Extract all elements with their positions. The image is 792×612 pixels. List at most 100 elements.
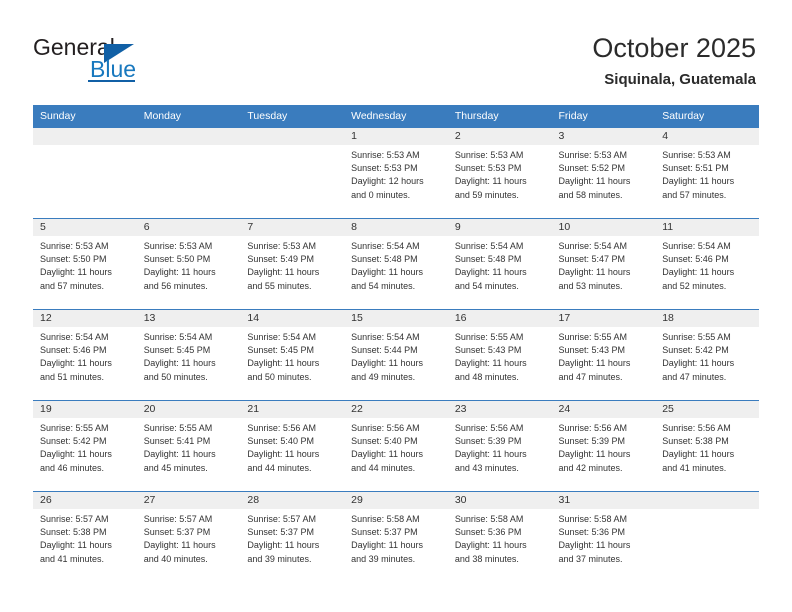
day-cell-inner: 2 Sunrise: 5:53 AM Sunset: 5:53 PM Daylight… xyxy=(447,128,552,218)
daylight-text-line2: and 48 minutes. xyxy=(454,371,519,382)
day-cell-inner: 15 Sunrise: 5:54 AM Sunset: 5:44 PM Dayligh… xyxy=(344,310,448,400)
day-number: 23 xyxy=(447,401,552,418)
calendar-day-cell[interactable]: 16 Sunrise: 5:55 AM Sunset: 5:43 PM Dayligh… xyxy=(447,309,552,401)
day-details: Sunrise: 5:55 AM Sunset: 5:42 PM Daylight:… xyxy=(33,418,137,475)
general-blue-logo[interactable]: General Blue xyxy=(33,36,193,90)
calendar-day-cell[interactable]: 4 Sunrise: 5:53 AM Sunset: 5:51 PM Daylight… xyxy=(655,127,759,219)
sunrise-text: Sunrise: 5:58 AM xyxy=(558,514,628,524)
day-number xyxy=(240,128,345,145)
day-cell-inner: 14 Sunrise: 5:54 AM Sunset: 5:45 PM Dayligh… xyxy=(240,310,345,400)
daylight-text-line2: and 42 minutes. xyxy=(558,462,623,473)
day-number: 17 xyxy=(551,310,656,327)
calendar-day-cell[interactable]: 2 Sunrise: 5:53 AM Sunset: 5:53 PM Daylight… xyxy=(447,127,552,219)
day-number: 15 xyxy=(344,310,448,327)
sunrise-text: Sunrise: 5:55 AM xyxy=(40,423,109,433)
sunrise-text: Sunrise: 5:54 AM xyxy=(143,332,213,342)
calendar-day-cell[interactable]: 18 Sunrise: 5:55 AM Sunset: 5:42 PM Dayligh… xyxy=(655,309,759,401)
day-number: 5 xyxy=(33,219,137,236)
daylight-text-line2: and 47 minutes. xyxy=(558,371,623,382)
calendar-day-cell[interactable]: 13 Sunrise: 5:54 AM Sunset: 5:45 PM Dayligh… xyxy=(136,309,241,401)
day-details: Sunrise: 5:55 AM Sunset: 5:41 PM Daylight:… xyxy=(137,418,241,475)
calendar-day-cell[interactable]: 6 Sunrise: 5:53 AM Sunset: 5:50 PM Daylight… xyxy=(136,218,241,310)
day-number: 22 xyxy=(344,401,448,418)
day-details: Sunrise: 5:54 AM Sunset: 5:48 PM Daylight:… xyxy=(448,236,552,293)
daylight-text-line2: and 52 minutes. xyxy=(662,280,727,291)
day-cell-inner: 8 Sunrise: 5:54 AM Sunset: 5:48 PM Daylight… xyxy=(344,219,448,309)
calendar-day-cell[interactable]: 7 Sunrise: 5:53 AM Sunset: 5:49 PM Daylight… xyxy=(240,218,345,310)
calendar-week-row: 5 Sunrise: 5:53 AM Sunset: 5:50 PM Daylight… xyxy=(33,218,759,310)
day-details: Sunrise: 5:53 AM Sunset: 5:50 PM Daylight:… xyxy=(33,236,137,293)
day-details: Sunrise: 5:58 AM Sunset: 5:36 PM Daylight:… xyxy=(448,509,552,566)
daylight-text-line1: Daylight: 11 hours xyxy=(143,540,216,551)
calendar-day-cell[interactable]: 25 Sunrise: 5:56 AM Sunset: 5:38 PM Dayligh… xyxy=(655,400,759,492)
sunset-text: Sunset: 5:43 PM xyxy=(454,345,522,356)
sunrise-text: Sunrise: 5:56 AM xyxy=(454,423,524,433)
calendar-day-cell[interactable]: 22 Sunrise: 5:56 AM Sunset: 5:40 PM Dayligh… xyxy=(344,400,448,492)
daylight-text-line1: Daylight: 11 hours xyxy=(558,358,631,369)
calendar-day-cell[interactable]: 26 Sunrise: 5:57 AM Sunset: 5:38 PM Dayligh… xyxy=(33,491,137,582)
calendar-day-cell[interactable]: 27 Sunrise: 5:57 AM Sunset: 5:37 PM Dayligh… xyxy=(136,491,241,582)
sunrise-text: Sunrise: 5:53 AM xyxy=(40,241,109,251)
calendar-day-cell[interactable]: 1 Sunrise: 5:53 AM Sunset: 5:53 PM Daylight… xyxy=(344,127,448,219)
day-details: Sunrise: 5:55 AM Sunset: 5:42 PM Daylight:… xyxy=(655,327,759,384)
day-number: 9 xyxy=(447,219,552,236)
day-details: Sunrise: 5:54 AM Sunset: 5:45 PM Daylight:… xyxy=(240,327,344,384)
day-number: 24 xyxy=(551,401,656,418)
sunset-text: Sunset: 5:45 PM xyxy=(247,345,314,356)
calendar-day-cell[interactable]: 17 Sunrise: 5:55 AM Sunset: 5:43 PM Dayligh… xyxy=(551,309,656,401)
sunrise-text: Sunrise: 5:57 AM xyxy=(247,514,316,524)
calendar-day-cell[interactable]: 29 Sunrise: 5:58 AM Sunset: 5:37 PM Dayligh… xyxy=(344,491,448,582)
daylight-text-line1: Daylight: 12 hours xyxy=(351,176,424,187)
day-details: Sunrise: 5:54 AM Sunset: 5:47 PM Daylight:… xyxy=(552,236,656,293)
day-number: 30 xyxy=(447,492,552,509)
sunrise-text: Sunrise: 5:53 AM xyxy=(662,150,731,160)
calendar-day-cell[interactable]: 8 Sunrise: 5:54 AM Sunset: 5:48 PM Daylight… xyxy=(344,218,448,310)
daylight-text-line2: and 41 minutes. xyxy=(40,553,105,564)
calendar-day-cell[interactable]: 19 Sunrise: 5:55 AM Sunset: 5:42 PM Dayligh… xyxy=(33,400,137,492)
day-number: 11 xyxy=(655,219,759,236)
calendar-day-cell[interactable]: 28 Sunrise: 5:57 AM Sunset: 5:37 PM Dayligh… xyxy=(240,491,345,582)
daylight-text-line1: Daylight: 11 hours xyxy=(40,449,112,460)
day-number: 27 xyxy=(136,492,241,509)
calendar-day-cell[interactable]: 5 Sunrise: 5:53 AM Sunset: 5:50 PM Daylight… xyxy=(33,218,137,310)
daylight-text-line2: and 43 minutes. xyxy=(454,462,519,473)
daylight-text-line1: Daylight: 11 hours xyxy=(558,176,631,187)
sunrise-text: Sunrise: 5:53 AM xyxy=(454,150,524,160)
day-details: Sunrise: 5:53 AM Sunset: 5:53 PM Daylight:… xyxy=(344,145,448,202)
calendar-day-cell[interactable]: 15 Sunrise: 5:54 AM Sunset: 5:44 PM Dayligh… xyxy=(344,309,448,401)
daylight-text-line2: and 46 minutes. xyxy=(40,462,105,473)
sunset-text: Sunset: 5:38 PM xyxy=(662,436,729,447)
calendar-day-cell[interactable]: 10 Sunrise: 5:54 AM Sunset: 5:47 PM Dayligh… xyxy=(551,218,656,310)
daylight-text-line2: and 53 minutes. xyxy=(558,280,623,291)
sunrise-text: Sunrise: 5:57 AM xyxy=(40,514,109,524)
day-number: 13 xyxy=(136,310,241,327)
sunset-text: Sunset: 5:53 PM xyxy=(454,163,522,174)
calendar-day-cell[interactable]: 30 Sunrise: 5:58 AM Sunset: 5:36 PM Dayligh… xyxy=(447,491,552,582)
calendar-day-cell[interactable]: 9 Sunrise: 5:54 AM Sunset: 5:48 PM Daylight… xyxy=(447,218,552,310)
day-cell-inner: 27 Sunrise: 5:57 AM Sunset: 5:37 PM Dayligh… xyxy=(136,492,241,582)
day-cell-inner: 10 Sunrise: 5:54 AM Sunset: 5:47 PM Dayligh… xyxy=(551,219,656,309)
day-number: 2 xyxy=(447,128,552,145)
calendar-day-cell[interactable]: 14 Sunrise: 5:54 AM Sunset: 5:45 PM Dayligh… xyxy=(240,309,345,401)
calendar-day-cell[interactable]: 12 Sunrise: 5:54 AM Sunset: 5:46 PM Dayligh… xyxy=(33,309,137,401)
calendar-day-cell[interactable]: 23 Sunrise: 5:56 AM Sunset: 5:39 PM Dayligh… xyxy=(447,400,552,492)
calendar-day-cell[interactable]: 20 Sunrise: 5:55 AM Sunset: 5:41 PM Dayligh… xyxy=(136,400,241,492)
day-cell-inner: 1 Sunrise: 5:53 AM Sunset: 5:53 PM Daylight… xyxy=(344,128,448,218)
day-details: Sunrise: 5:56 AM Sunset: 5:39 PM Daylight:… xyxy=(552,418,656,475)
day-cell-inner: 20 Sunrise: 5:55 AM Sunset: 5:41 PM Dayligh… xyxy=(136,401,241,491)
sunset-text: Sunset: 5:37 PM xyxy=(351,527,418,538)
daylight-text-line2: and 38 minutes. xyxy=(454,553,519,564)
calendar-day-cell[interactable]: 24 Sunrise: 5:56 AM Sunset: 5:39 PM Dayligh… xyxy=(551,400,656,492)
sunset-text: Sunset: 5:42 PM xyxy=(40,436,107,447)
calendar-day-cell[interactable]: 11 Sunrise: 5:54 AM Sunset: 5:46 PM Dayligh… xyxy=(655,218,759,310)
daylight-text-line2: and 55 minutes. xyxy=(247,280,312,291)
daylight-text-line2: and 49 minutes. xyxy=(351,371,416,382)
calendar-day-cell[interactable]: 21 Sunrise: 5:56 AM Sunset: 5:40 PM Dayligh… xyxy=(240,400,345,492)
day-cell-inner: 23 Sunrise: 5:56 AM Sunset: 5:39 PM Dayligh… xyxy=(447,401,552,491)
sunrise-text: Sunrise: 5:54 AM xyxy=(351,241,420,251)
calendar-day-cell[interactable]: 3 Sunrise: 5:53 AM Sunset: 5:52 PM Daylight… xyxy=(551,127,656,219)
sunset-text: Sunset: 5:48 PM xyxy=(351,254,418,265)
calendar-day-cell[interactable]: 31 Sunrise: 5:58 AM Sunset: 5:36 PM Dayligh… xyxy=(551,491,656,582)
day-details: Sunrise: 5:56 AM Sunset: 5:38 PM Daylight:… xyxy=(655,418,759,475)
day-cell-inner: 13 Sunrise: 5:54 AM Sunset: 5:45 PM Dayligh… xyxy=(136,310,241,400)
